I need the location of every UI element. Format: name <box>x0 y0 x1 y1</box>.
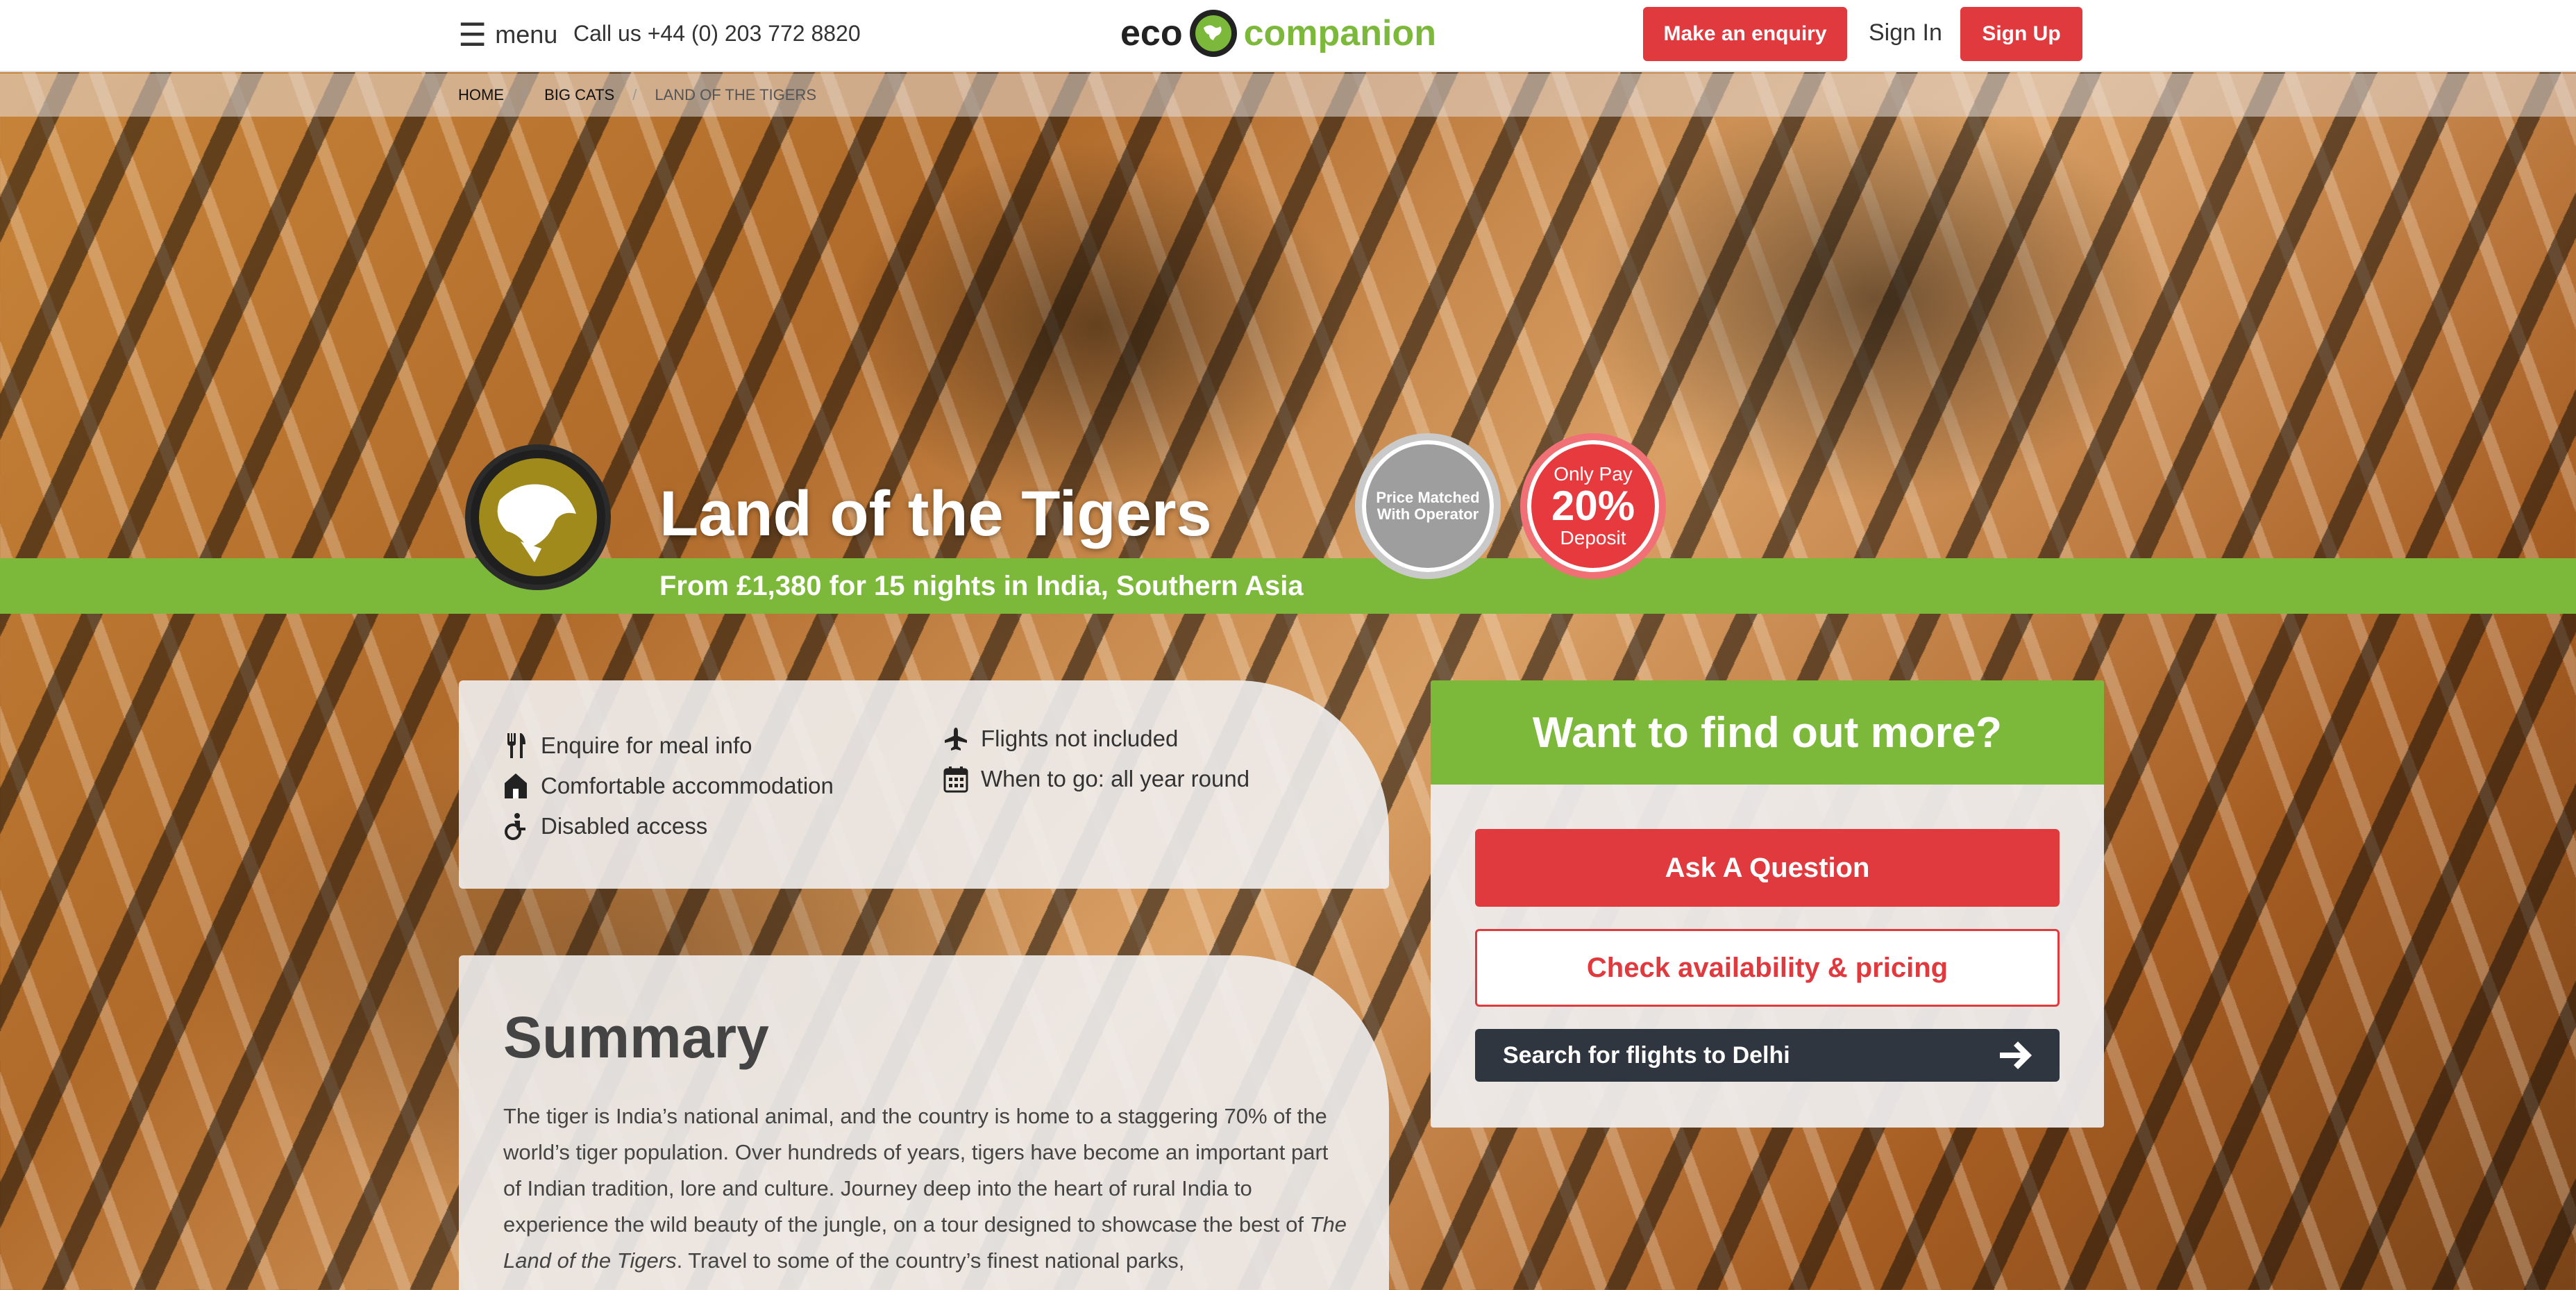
breadcrumb-current: LAND OF THE TIGERS <box>655 86 816 103</box>
breadcrumb-separator: / <box>632 86 637 103</box>
feature-label: Comfortable accommodation <box>541 773 834 798</box>
breadcrumb-separator: / <box>522 86 527 103</box>
feature-label: When to go: all year round <box>981 766 1250 791</box>
summary-text-start: The tiger is India’s national animal, an… <box>503 1104 1329 1237</box>
calendar-icon <box>943 767 968 793</box>
wheelchair-icon <box>505 813 525 840</box>
page-title: Land of the Tigers <box>659 478 1212 549</box>
phone-number[interactable]: Call us +44 (0) 203 772 8820 <box>573 21 861 47</box>
check-availability-button[interactable]: Check availability & pricing <box>1475 929 2060 1007</box>
logo-text-eco: eco <box>1120 13 1183 53</box>
feature-when-to-go: When to go: all year round <box>943 765 1249 793</box>
summary-card: Summary The tiger is India’s national an… <box>459 955 1389 1290</box>
search-flights-label: Search for flights to Delhi <box>1503 1041 1790 1069</box>
feature-label: Flights not included <box>981 726 1179 751</box>
make-enquiry-button[interactable]: Make an enquiry <box>1643 7 1847 61</box>
features-card: Enquire for meal info Comfortable accomm… <box>459 680 1389 889</box>
price-matched-line2: With Operator <box>1377 505 1479 523</box>
globe-map-icon <box>479 458 597 576</box>
summary-heading: Summary <box>503 1005 769 1070</box>
feature-label: Disabled access <box>541 813 708 839</box>
deposit-badge: Only Pay 20% Deposit <box>1520 433 1666 579</box>
price-matched-badge: Price Matched With Operator <box>1355 433 1501 579</box>
arrow-right-icon <box>2000 1041 2032 1069</box>
top-navigation-bar: ☰ menu Call us +44 (0) 203 772 8820 eco … <box>0 0 2576 72</box>
cutlery-icon <box>507 733 525 758</box>
price-matched-line1: Price Matched <box>1376 488 1480 506</box>
enquiry-panel: Want to find out more? Ask A Question Ch… <box>1431 680 2104 1128</box>
menu-button[interactable]: ☰ menu <box>458 15 557 54</box>
menu-label: menu <box>495 20 558 49</box>
deposit-percent: 20% <box>1551 483 1635 529</box>
feature-accommodation: Comfortable accommodation <box>503 772 834 800</box>
ask-question-button[interactable]: Ask A Question <box>1475 829 2060 907</box>
price-summary: From £1,380 for 15 nights in India, Sout… <box>659 571 1304 601</box>
breadcrumb: HOME / BIG CATS / LAND OF THE TIGERS <box>458 86 816 104</box>
deposit-line3: Deposit <box>1560 527 1626 548</box>
breadcrumb-bar: HOME / BIG CATS / LAND OF THE TIGERS <box>0 74 2576 117</box>
site-logo[interactable]: eco companion <box>1120 10 1436 57</box>
breadcrumb-home[interactable]: HOME <box>458 86 504 104</box>
enquiry-panel-heading: Want to find out more? <box>1431 680 2104 785</box>
summary-text: The tiger is India’s national animal, an… <box>503 1098 1350 1279</box>
feature-flights: Flights not included <box>943 725 1178 753</box>
summary-text-end: . Travel to some of the country’s finest… <box>676 1248 1185 1273</box>
hamburger-icon: ☰ <box>458 17 487 53</box>
feature-meals: Enquire for meal info <box>503 732 752 760</box>
breadcrumb-big-cats[interactable]: BIG CATS <box>544 86 614 104</box>
globe-icon <box>1189 10 1237 57</box>
logo-text-companion: companion <box>1243 13 1436 53</box>
sign-up-button[interactable]: Sign Up <box>1960 7 2082 61</box>
feature-label: Enquire for meal info <box>541 732 752 758</box>
plane-icon <box>945 728 967 751</box>
sign-in-link[interactable]: Sign In <box>1869 19 1942 47</box>
feature-disabled-access: Disabled access <box>503 812 707 840</box>
house-icon <box>505 773 527 798</box>
search-flights-button[interactable]: Search for flights to Delhi <box>1475 1029 2060 1082</box>
tour-globe-badge <box>465 444 611 590</box>
